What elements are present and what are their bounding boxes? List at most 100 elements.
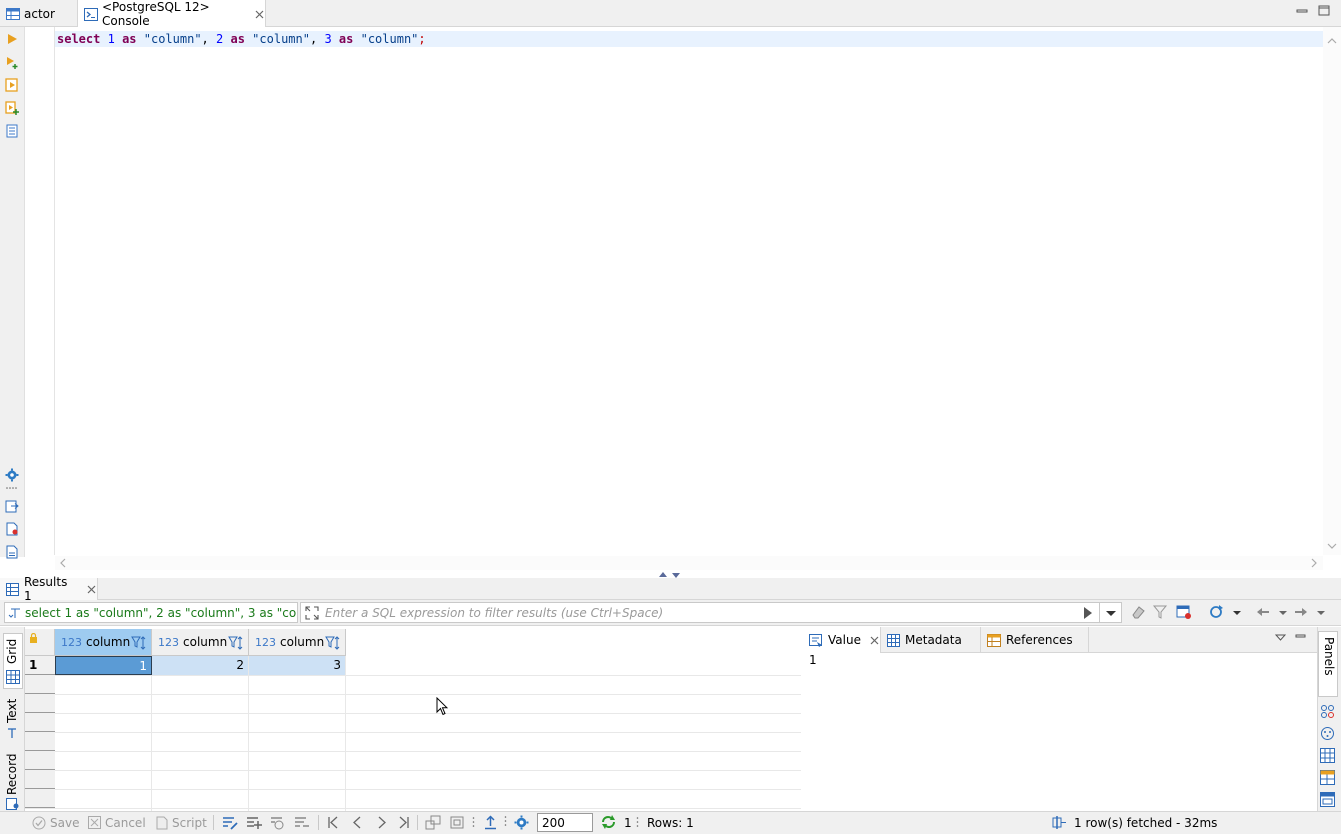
copy-row-icon[interactable] — [270, 815, 286, 830]
execute-script-new-tab-icon[interactable] — [5, 101, 19, 115]
filter-box[interactable] — [300, 602, 1122, 623]
first-page-icon[interactable] — [326, 815, 341, 830]
expand-filter-icon[interactable] — [304, 605, 320, 621]
console-icon — [84, 7, 98, 21]
lock-icon — [29, 633, 38, 643]
delete-row-icon[interactable] — [294, 815, 310, 830]
layout-icon[interactable] — [1320, 792, 1335, 807]
save-script-icon[interactable] — [5, 545, 19, 559]
more-icon[interactable] — [5, 486, 19, 490]
table-cell[interactable]: 2 — [152, 656, 248, 675]
explain-plan-icon[interactable] — [5, 124, 19, 138]
refresh-mode-icon[interactable] — [1208, 604, 1224, 620]
last-page-icon[interactable] — [396, 815, 411, 830]
line-number-ruler — [25, 27, 55, 555]
tab-text[interactable]: Text — [3, 695, 23, 745]
tab-grid[interactable]: Grid — [3, 633, 23, 689]
editor-vertical-scrollbar[interactable] — [1323, 27, 1341, 555]
row-number-empty — [25, 732, 55, 751]
execute-script-icon[interactable] — [5, 78, 19, 92]
filter-settings-icon[interactable] — [1152, 604, 1168, 620]
value-viewer[interactable] — [803, 653, 1317, 812]
row-number[interactable]: 1 — [25, 656, 55, 675]
tab-references[interactable]: References — [981, 627, 1089, 653]
export-icon[interactable] — [5, 499, 19, 513]
tab-results-1[interactable]: Results 1 — [0, 575, 98, 603]
more-icon[interactable] — [504, 812, 507, 830]
tab-actor[interactable]: actor — [0, 0, 78, 27]
save-filter-icon[interactable] — [1176, 604, 1192, 620]
chevron-down-icon[interactable] — [1229, 604, 1245, 620]
cancel-label: Cancel — [105, 815, 146, 830]
minimize-icon[interactable] — [1295, 632, 1306, 643]
execute-statement-icon[interactable] — [5, 32, 19, 46]
export-data-icon[interactable] — [483, 815, 498, 830]
more-icon[interactable] — [472, 815, 475, 830]
gear-icon[interactable] — [5, 468, 19, 482]
sort-filter-icon[interactable] — [325, 635, 341, 651]
load-script-icon[interactable] — [5, 522, 19, 536]
calculator-icon[interactable] — [1320, 726, 1335, 741]
tab-metadata[interactable]: Metadata — [881, 627, 981, 653]
table-cell[interactable]: 3 — [249, 656, 345, 675]
chevron-down-icon[interactable] — [1275, 604, 1291, 620]
results-tab-label: Results 1 — [24, 575, 68, 603]
tab-record-label: Record — [5, 753, 19, 795]
script-button[interactable]: Script — [155, 811, 207, 834]
close-icon[interactable] — [869, 635, 880, 646]
sql-editor[interactable] — [55, 27, 1323, 555]
detach-icon[interactable] — [425, 815, 441, 830]
forward-icon[interactable] — [1293, 604, 1309, 620]
sql-keyword: as — [122, 32, 137, 46]
back-icon[interactable] — [1255, 604, 1271, 620]
cancel-icon — [88, 816, 101, 829]
tab-references-label: References — [1006, 633, 1073, 647]
add-row-icon[interactable] — [246, 815, 262, 830]
execute-new-tab-icon[interactable] — [5, 55, 19, 69]
apply-filter-icon[interactable] — [1080, 605, 1096, 621]
sql-number: 1 — [107, 32, 115, 46]
active-query-label[interactable]: select 1 as "column", 2 as "column", 3 a… — [4, 602, 298, 623]
next-page-icon[interactable] — [374, 815, 389, 830]
gear-icon[interactable] — [514, 815, 529, 830]
save-button[interactable]: Save — [32, 811, 79, 834]
filter-input[interactable] — [325, 603, 1075, 622]
chevron-down-icon[interactable] — [1313, 604, 1329, 620]
fetch-size-input[interactable] — [537, 813, 593, 832]
results-grid[interactable]: 123 column 123 column 123 column 1 1 2 3 — [25, 627, 801, 812]
previous-page-icon[interactable] — [350, 815, 365, 830]
row-count: Rows: 1 — [647, 815, 694, 830]
grouping-icon[interactable] — [1320, 704, 1335, 719]
panels-label: Panels — [1322, 637, 1336, 676]
eraser-icon[interactable] — [1130, 604, 1146, 620]
sql-statement[interactable]: select 1 as "column", 2 as "column", 3 a… — [57, 31, 426, 47]
tab-record[interactable]: Record — [3, 751, 23, 811]
editor-horizontal-scrollbar[interactable] — [55, 556, 1323, 570]
row-number-header[interactable] — [25, 629, 55, 656]
sql-keyword: as — [338, 32, 354, 46]
minimize-icon[interactable] — [1296, 5, 1308, 17]
refresh-icon[interactable] — [600, 814, 617, 830]
table-view-icon[interactable] — [1320, 748, 1335, 763]
fetch-count: 1 — [624, 815, 632, 830]
edit-cell-icon[interactable] — [222, 815, 238, 830]
sort-filter-icon[interactable] — [131, 635, 147, 651]
column-header[interactable]: 123 column — [249, 629, 346, 656]
panel-menu-icon[interactable] — [1275, 632, 1286, 643]
column-header[interactable]: 123 column — [55, 629, 152, 656]
tab-value[interactable]: Value — [803, 627, 881, 653]
sort-filter-icon[interactable] — [228, 635, 244, 651]
column-header[interactable]: 123 column — [152, 629, 249, 656]
table-cell[interactable]: 1 — [55, 656, 152, 675]
maximize-icon[interactable] — [1318, 5, 1330, 17]
tab-text-label: Text — [5, 698, 19, 723]
close-icon[interactable] — [254, 9, 265, 20]
chart-icon[interactable] — [1320, 770, 1335, 785]
more-icon[interactable] — [636, 814, 639, 830]
close-icon[interactable] — [86, 584, 97, 595]
tab-postgresql-console[interactable]: <PostgreSQL 12> Console — [78, 0, 266, 28]
statistics-icon[interactable] — [1052, 815, 1067, 830]
filter-history-icon[interactable] — [1103, 605, 1119, 621]
cancel-button[interactable]: Cancel — [88, 811, 146, 834]
fit-columns-icon[interactable] — [449, 815, 465, 830]
